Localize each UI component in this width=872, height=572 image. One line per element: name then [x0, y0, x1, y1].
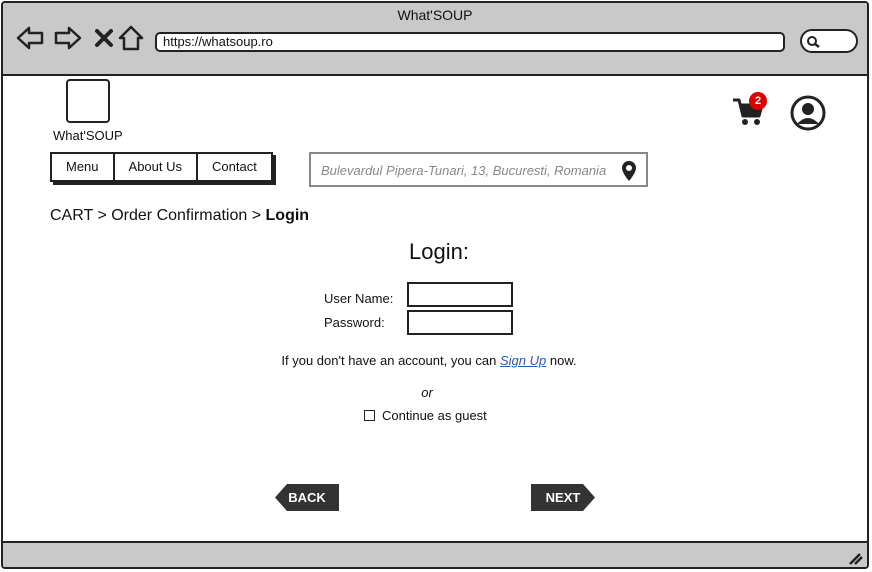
search-icon [807, 36, 820, 48]
breadcrumb-separator: > [251, 207, 262, 224]
window-title: What'SOUP [397, 7, 473, 23]
forward-arrow-icon[interactable] [53, 23, 83, 53]
nav-menu[interactable]: Menu [52, 154, 115, 180]
signup-suffix: now. [549, 353, 577, 368]
location-pin-icon [622, 161, 636, 181]
guest-checkbox[interactable] [364, 410, 375, 421]
breadcrumb-cart[interactable]: CART [50, 207, 93, 224]
status-bar [3, 541, 867, 567]
password-label: Password: [324, 315, 385, 330]
browser-chrome: What'SOUP https://whatsoup.ro [3, 3, 867, 76]
breadcrumb-separator: > [97, 207, 107, 224]
continue-as-guest-option[interactable]: Continue as guest [364, 408, 487, 423]
breadcrumb-order-confirmation[interactable]: Order Confirmation [111, 207, 247, 224]
cart-count-badge: 2 [749, 92, 767, 110]
guest-label: Continue as guest [382, 408, 487, 423]
user-account-icon[interactable] [789, 94, 827, 137]
close-icon[interactable] [89, 23, 119, 53]
signup-note: If you don't have an account, you can Si… [3, 353, 855, 368]
address-display: Bulevardul Pipera-Tunari, 13, Bucuresti,… [309, 152, 648, 187]
or-separator: or [421, 385, 433, 400]
nav-contact[interactable]: Contact [198, 154, 271, 180]
resize-handle-icon[interactable] [847, 551, 863, 565]
back-button[interactable]: BACK [275, 484, 339, 511]
username-label: User Name: [324, 291, 394, 306]
logo-image[interactable] [66, 79, 110, 123]
main-nav: Menu About Us Contact [50, 152, 273, 182]
logo-text: What'SOUP [53, 128, 123, 143]
nav-about-us[interactable]: About Us [115, 154, 199, 180]
back-arrow-icon[interactable] [15, 23, 45, 53]
username-field[interactable] [407, 282, 513, 307]
browser-search-field[interactable] [800, 29, 858, 53]
signup-prefix: If you don't have an account, you can [281, 353, 497, 368]
page-title: Login: [409, 239, 469, 264]
address-text: Bulevardul Pipera-Tunari, 13, Bucuresti,… [321, 163, 607, 178]
home-icon[interactable] [116, 23, 146, 53]
next-button[interactable]: NEXT [531, 484, 595, 511]
password-field[interactable] [407, 310, 513, 335]
breadcrumb: CART > Order Confirmation > Login [50, 207, 309, 225]
signup-link[interactable]: Sign Up [500, 353, 546, 368]
address-bar[interactable]: https://whatsoup.ro [155, 32, 785, 52]
breadcrumb-current: Login [265, 207, 310, 224]
browser-window: What'SOUP https://whatsoup.ro What'SOUP … [1, 1, 869, 569]
